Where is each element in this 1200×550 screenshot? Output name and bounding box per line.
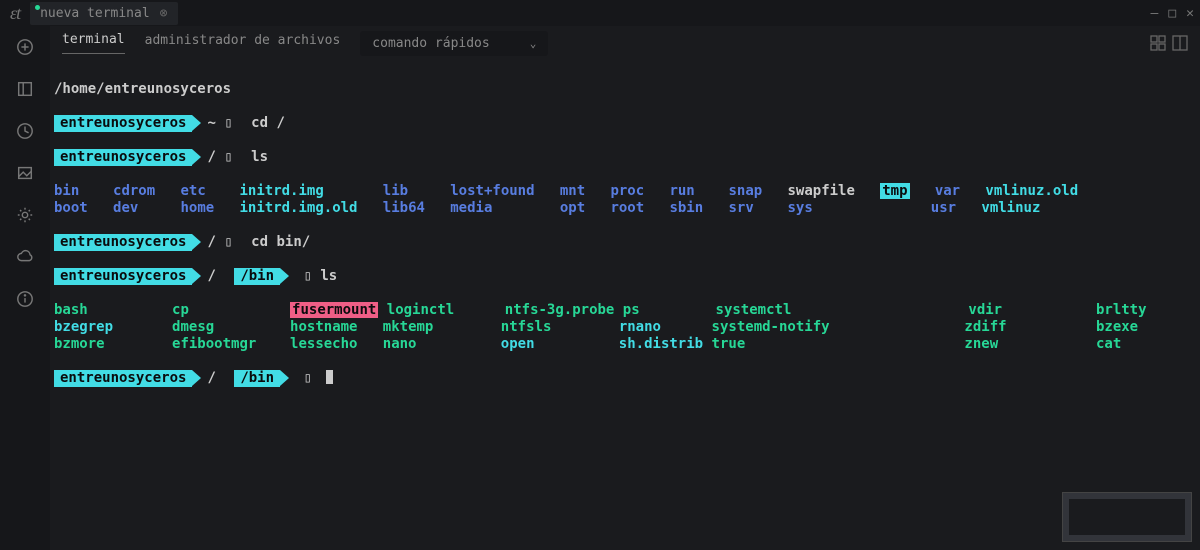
close-window-button[interactable]: ✕ (1186, 6, 1194, 21)
maximize-button[interactable]: □ (1168, 6, 1176, 21)
tab-terminal[interactable]: terminal (62, 32, 125, 54)
quick-commands-dropdown[interactable]: comando rápidos ⌄ (360, 31, 548, 56)
split-view-icon[interactable] (1172, 35, 1188, 51)
titlebar: εt nueva terminal ⊗ – □ ✕ (0, 0, 1200, 26)
prompt-line: entreunosyceros/ ▯ ls (54, 149, 1188, 166)
tabs-row: terminal administrador de archivos coman… (50, 26, 1200, 60)
session-tab-label: nueva terminal (40, 6, 150, 21)
prompt-line[interactable]: entreunosyceros/ /bin ▯ (54, 370, 1188, 387)
cloud-icon[interactable] (16, 248, 34, 266)
terminal-output[interactable]: /home/entreunosyceros entreunosyceros~ ▯… (50, 60, 1200, 550)
window-controls: – □ ✕ (1151, 6, 1194, 21)
info-icon[interactable] (16, 290, 34, 308)
history-icon[interactable] (16, 122, 34, 140)
cursor (326, 370, 333, 384)
main: terminal administrador de archivos coman… (50, 26, 1200, 550)
session-tab[interactable]: nueva terminal ⊗ (30, 2, 177, 25)
grid-view-icon[interactable] (1150, 35, 1166, 51)
chevron-down-icon: ⌄ (530, 37, 537, 50)
panel-icon[interactable] (16, 80, 34, 98)
cwd-line: /home/entreunosyceros (54, 81, 1188, 98)
dropdown-label: comando rápidos (372, 36, 489, 51)
app-logo: εt (6, 3, 24, 24)
gear-icon[interactable] (16, 206, 34, 224)
sidebar (0, 26, 50, 550)
close-tab-icon[interactable]: ⊗ (160, 7, 168, 20)
ls-bin-output: bash cp fusermount loginctl ntfs-3g.prob… (54, 302, 1188, 353)
prompt-user: entreunosyceros (54, 115, 192, 132)
image-icon[interactable] (16, 164, 34, 182)
prompt-line: entreunosyceros~ ▯ cd / (54, 115, 1188, 132)
view-mode-buttons (1150, 35, 1188, 51)
status-dot-icon (35, 5, 40, 10)
tab-files[interactable]: administrador de archivos (145, 33, 341, 54)
ls-root-output: bin cdrom etc initrd.img lib lost+found … (54, 183, 1188, 217)
new-session-icon[interactable] (16, 38, 34, 56)
minimap-thumbnail[interactable] (1062, 492, 1192, 542)
minimize-button[interactable]: – (1151, 6, 1159, 21)
prompt-line: entreunosyceros/ ▯ cd bin/ (54, 234, 1188, 251)
prompt-line: entreunosyceros/ /bin ▯ ls (54, 268, 1188, 285)
